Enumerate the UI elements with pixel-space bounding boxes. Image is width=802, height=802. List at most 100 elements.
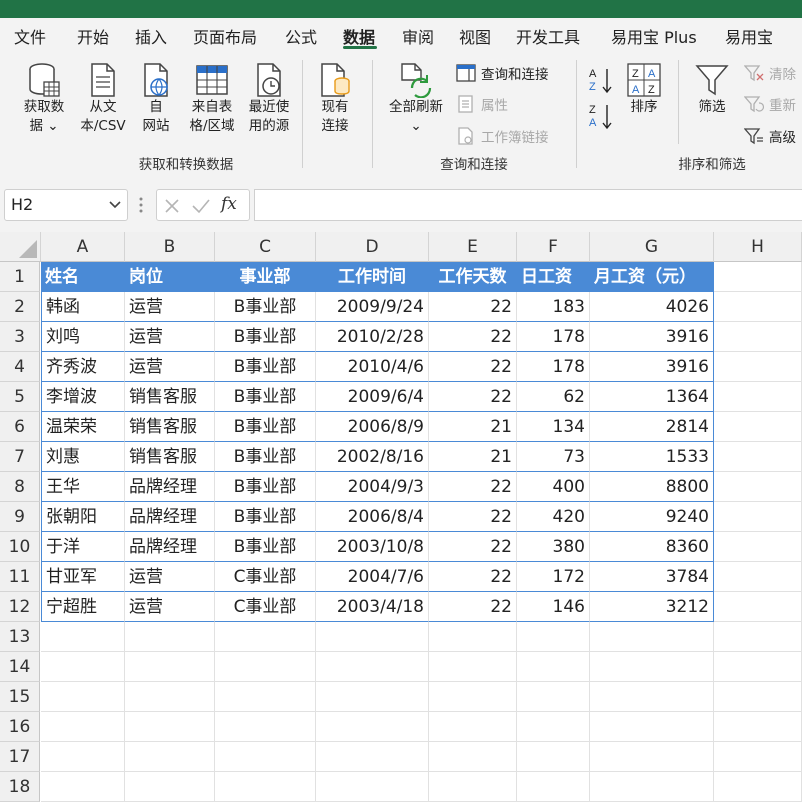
empty-cell[interactable] [41, 712, 125, 742]
table-header-cell[interactable]: 月工资（元） [590, 262, 714, 292]
empty-cell[interactable] [714, 562, 802, 592]
table-cell[interactable]: 172 [517, 562, 590, 592]
table-cell[interactable]: 运营 [125, 592, 215, 622]
tab-page-layout[interactable]: 页面布局 [193, 24, 257, 48]
from-web-button[interactable]: 自 网站 [136, 62, 176, 136]
empty-cell[interactable] [429, 652, 517, 682]
table-cell[interactable]: 134 [517, 412, 590, 442]
table-cell[interactable]: 62 [517, 382, 590, 412]
empty-cell[interactable] [714, 472, 802, 502]
empty-cell[interactable] [714, 682, 802, 712]
table-cell[interactable]: 2814 [590, 412, 714, 442]
empty-cell[interactable] [316, 622, 429, 652]
empty-cell[interactable] [41, 652, 125, 682]
empty-cell[interactable] [714, 322, 802, 352]
tab-yiyongbao-plus[interactable]: 易用宝 Plus [611, 24, 697, 48]
table-cell[interactable]: 183 [517, 292, 590, 322]
empty-cell[interactable] [125, 742, 215, 772]
row-header[interactable]: 14 [0, 652, 40, 682]
edit-links-button[interactable]: 工作簿链接 [456, 126, 549, 146]
tab-yiyongbao[interactable]: 易用宝 [725, 24, 773, 48]
table-header-cell[interactable]: 岗位 [125, 262, 215, 292]
table-cell[interactable]: 2006/8/9 [316, 412, 429, 442]
table-cell[interactable]: 146 [517, 592, 590, 622]
table-cell[interactable]: 2009/6/4 [316, 382, 429, 412]
empty-cell[interactable] [41, 772, 125, 802]
table-cell[interactable]: 22 [429, 472, 517, 502]
table-cell[interactable]: 21 [429, 412, 517, 442]
column-header-g[interactable]: G [590, 232, 714, 262]
row-header[interactable]: 15 [0, 682, 40, 712]
table-cell[interactable]: 销售客服 [125, 442, 215, 472]
table-cell[interactable]: 张朝阳 [41, 502, 125, 532]
table-cell[interactable]: 销售客服 [125, 382, 215, 412]
advanced-filter-button[interactable]: 高级 [744, 126, 796, 146]
table-cell[interactable]: B事业部 [215, 352, 316, 382]
empty-cell[interactable] [125, 652, 215, 682]
table-cell[interactable]: 21 [429, 442, 517, 472]
column-header-d[interactable]: D [316, 232, 429, 262]
insert-function-icon[interactable]: fx [221, 194, 237, 214]
table-cell[interactable]: 4026 [590, 292, 714, 322]
table-cell[interactable]: 22 [429, 502, 517, 532]
table-header-cell[interactable]: 姓名 [41, 262, 125, 292]
tab-insert[interactable]: 插入 [135, 24, 167, 48]
table-cell[interactable]: 2010/4/6 [316, 352, 429, 382]
empty-cell[interactable] [590, 622, 714, 652]
confirm-icon[interactable] [191, 197, 211, 215]
table-cell[interactable]: 销售客服 [125, 412, 215, 442]
empty-cell[interactable] [429, 622, 517, 652]
row-header[interactable]: 17 [0, 742, 40, 772]
table-cell[interactable]: 22 [429, 352, 517, 382]
empty-cell[interactable] [517, 742, 590, 772]
sort-button[interactable]: ZAAZ 排序 [624, 62, 664, 117]
chevron-down-icon[interactable] [109, 200, 121, 210]
table-cell[interactable]: 2003/10/8 [316, 532, 429, 562]
table-cell[interactable]: 2010/2/28 [316, 322, 429, 352]
tab-review[interactable]: 审阅 [402, 24, 434, 48]
table-cell[interactable]: 178 [517, 352, 590, 382]
empty-cell[interactable] [517, 652, 590, 682]
clear-filter-button[interactable]: 清除 [744, 63, 796, 83]
table-cell[interactable]: 品牌经理 [125, 472, 215, 502]
worksheet-grid[interactable]: ABCDEFGH 1 2 3 4 5 6 7 8 9 10 11 12 13 14 15 16 17 18 姓名岗… [0, 232, 802, 802]
formula-input[interactable] [254, 189, 802, 221]
more-dots-icon[interactable] [138, 196, 144, 214]
properties-button[interactable]: 属性 [456, 94, 508, 114]
empty-cell[interactable] [714, 772, 802, 802]
table-cell[interactable]: 22 [429, 532, 517, 562]
table-cell[interactable]: B事业部 [215, 322, 316, 352]
select-all-corner[interactable] [0, 232, 41, 262]
row-header[interactable]: 12 [0, 592, 40, 622]
table-cell[interactable]: 甘亚军 [41, 562, 125, 592]
table-cell[interactable]: 9240 [590, 502, 714, 532]
empty-cell[interactable] [125, 622, 215, 652]
table-cell[interactable]: 3784 [590, 562, 714, 592]
empty-cell[interactable] [714, 292, 802, 322]
table-cell[interactable]: 2002/8/16 [316, 442, 429, 472]
sort-ascending-button[interactable]: AZ [588, 66, 614, 96]
table-cell[interactable]: 3916 [590, 352, 714, 382]
from-table-range-button[interactable]: 来自表 格/区域 [184, 62, 240, 136]
tab-data[interactable]: 数据 [343, 24, 375, 48]
row-header[interactable]: 11 [0, 562, 40, 592]
table-cell[interactable]: 刘鸣 [41, 322, 125, 352]
table-cell[interactable]: 1364 [590, 382, 714, 412]
table-cell[interactable]: 温荣荣 [41, 412, 125, 442]
empty-cell[interactable] [590, 712, 714, 742]
column-header-b[interactable]: B [125, 232, 215, 262]
empty-cell[interactable] [517, 772, 590, 802]
empty-cell[interactable] [714, 262, 802, 292]
table-cell[interactable]: 韩函 [41, 292, 125, 322]
row-header[interactable]: 2 [0, 292, 40, 322]
empty-cell[interactable] [316, 772, 429, 802]
empty-cell[interactable] [41, 742, 125, 772]
empty-cell[interactable] [41, 622, 125, 652]
row-header[interactable]: 13 [0, 622, 40, 652]
empty-cell[interactable] [714, 442, 802, 472]
table-cell[interactable]: 2004/9/3 [316, 472, 429, 502]
column-header-c[interactable]: C [215, 232, 316, 262]
empty-cell[interactable] [316, 712, 429, 742]
empty-cell[interactable] [429, 742, 517, 772]
tab-view[interactable]: 视图 [459, 24, 491, 48]
